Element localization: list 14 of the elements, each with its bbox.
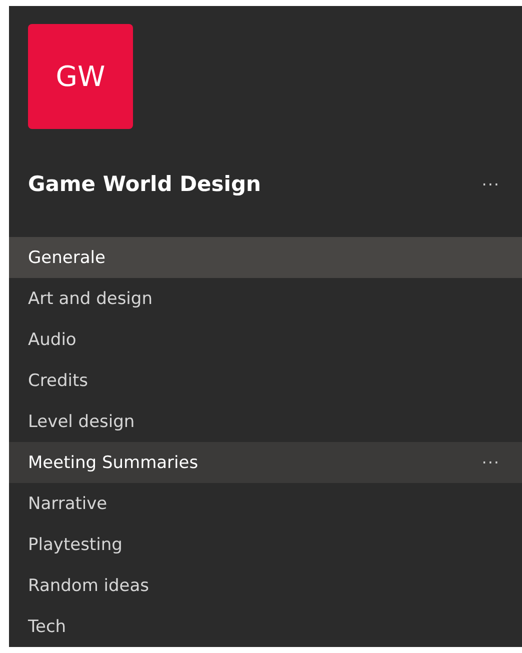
more-options-button[interactable]: ··· [482, 453, 500, 472]
channel-item[interactable]: Random ideas [9, 565, 522, 606]
channel-item[interactable]: Credits [9, 360, 522, 401]
channel-item[interactable]: Audio [9, 319, 522, 360]
channel-item[interactable]: Art and design [9, 278, 522, 319]
channel-item[interactable]: Level design [9, 401, 522, 442]
channel-item[interactable]: Playtesting [9, 524, 522, 565]
channel-item[interactable]: Meeting Summaries ··· [9, 442, 522, 483]
channel-item[interactable]: Generale [9, 237, 522, 278]
channel-item[interactable]: Narrative [9, 483, 522, 524]
channel-item[interactable]: Tech [9, 606, 522, 647]
team-avatar: GW [28, 24, 133, 129]
more-options-button[interactable]: ··· [482, 174, 500, 194]
team-name: Game World Design [28, 172, 261, 196]
